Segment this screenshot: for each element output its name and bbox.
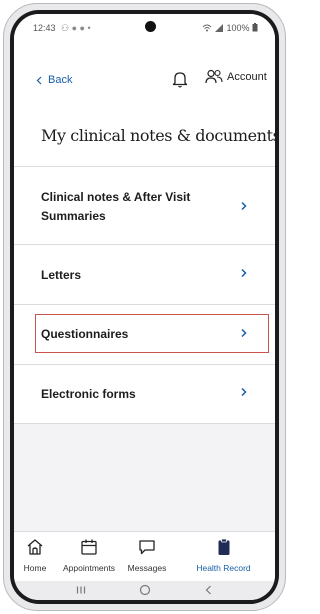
back-button[interactable]: Back bbox=[36, 74, 72, 86]
account-label: Account bbox=[227, 70, 267, 83]
phone-bezel: 12:43 ⚇ ● ● • 100% Back Account My clini… bbox=[10, 10, 279, 604]
list-item-questionnaires[interactable]: Questionnaires bbox=[14, 305, 275, 365]
chevron-left-icon bbox=[36, 76, 42, 84]
list-item-label: Electronic forms bbox=[41, 387, 136, 401]
status-time: 12:43 ⚇ ● ● • bbox=[33, 23, 91, 34]
app-screen: 12:43 ⚇ ● ● • 100% Back Account My clini… bbox=[14, 14, 275, 600]
clock-text: 12:43 bbox=[33, 23, 56, 33]
status-right: 100% bbox=[202, 23, 258, 33]
tab-messages[interactable]: Messages bbox=[122, 532, 172, 582]
status-bar: 12:43 ⚇ ● ● • 100% bbox=[14, 14, 275, 42]
list-item-label: Letters bbox=[41, 268, 82, 282]
bottom-tab-bar: Home Appointments Messages Health Record bbox=[14, 531, 275, 582]
chevron-right-icon bbox=[241, 268, 247, 278]
list-item-label-line1: Clinical notes & After Visit bbox=[41, 190, 191, 204]
bell-icon[interactable] bbox=[172, 70, 188, 88]
clipboard-icon bbox=[218, 538, 229, 555]
tab-label: Messages bbox=[127, 563, 167, 573]
back-label: Back bbox=[48, 74, 73, 86]
documents-list: Clinical notes & After Visit Summaries L… bbox=[14, 167, 275, 424]
list-item-label-line2: Summaries bbox=[41, 209, 106, 223]
signal-icon bbox=[214, 24, 223, 32]
home-nav-icon[interactable] bbox=[138, 583, 152, 597]
tab-label: Home bbox=[23, 563, 47, 573]
recent-apps-icon[interactable] bbox=[74, 583, 88, 597]
system-nav-bar bbox=[14, 581, 275, 600]
wifi-icon bbox=[203, 24, 212, 32]
tab-appointments[interactable]: Appointments bbox=[56, 532, 122, 582]
phone-frame: 12:43 ⚇ ● ● • 100% Back Account My clini… bbox=[3, 3, 286, 611]
list-item-clinical-notes[interactable]: Clinical notes & After Visit Summaries bbox=[14, 167, 275, 245]
page-title: My clinical notes & documents bbox=[41, 126, 275, 145]
list-item-label: Clinical notes & After Visit Summaries bbox=[41, 188, 190, 226]
message-icon bbox=[139, 540, 155, 555]
list-item-letters[interactable]: Letters bbox=[14, 245, 275, 305]
app-header: Back Account bbox=[14, 42, 275, 105]
tab-home[interactable]: Home bbox=[14, 532, 56, 582]
list-item-label: Questionnaires bbox=[41, 327, 129, 341]
tab-label: Appointments bbox=[63, 563, 115, 573]
back-nav-icon[interactable] bbox=[202, 583, 216, 597]
chevron-right-icon bbox=[241, 387, 247, 397]
battery-icon bbox=[252, 23, 258, 32]
page-header: My clinical notes & documents bbox=[14, 104, 275, 167]
account-icon bbox=[205, 69, 223, 84]
calendar-icon bbox=[81, 539, 97, 555]
notification-icons: ⚇ ● ● • bbox=[61, 23, 91, 33]
list-item-electronic-forms[interactable]: Electronic forms bbox=[14, 365, 275, 424]
chevron-right-icon bbox=[241, 201, 247, 211]
chevron-right-icon bbox=[241, 328, 247, 338]
front-camera bbox=[145, 21, 156, 32]
tab-label: Health Record bbox=[196, 563, 251, 573]
tab-health-record[interactable]: Health Record bbox=[172, 532, 275, 582]
battery-percent: 100% bbox=[226, 23, 250, 33]
home-icon bbox=[27, 539, 43, 555]
account-button[interactable]: Account bbox=[205, 69, 267, 84]
